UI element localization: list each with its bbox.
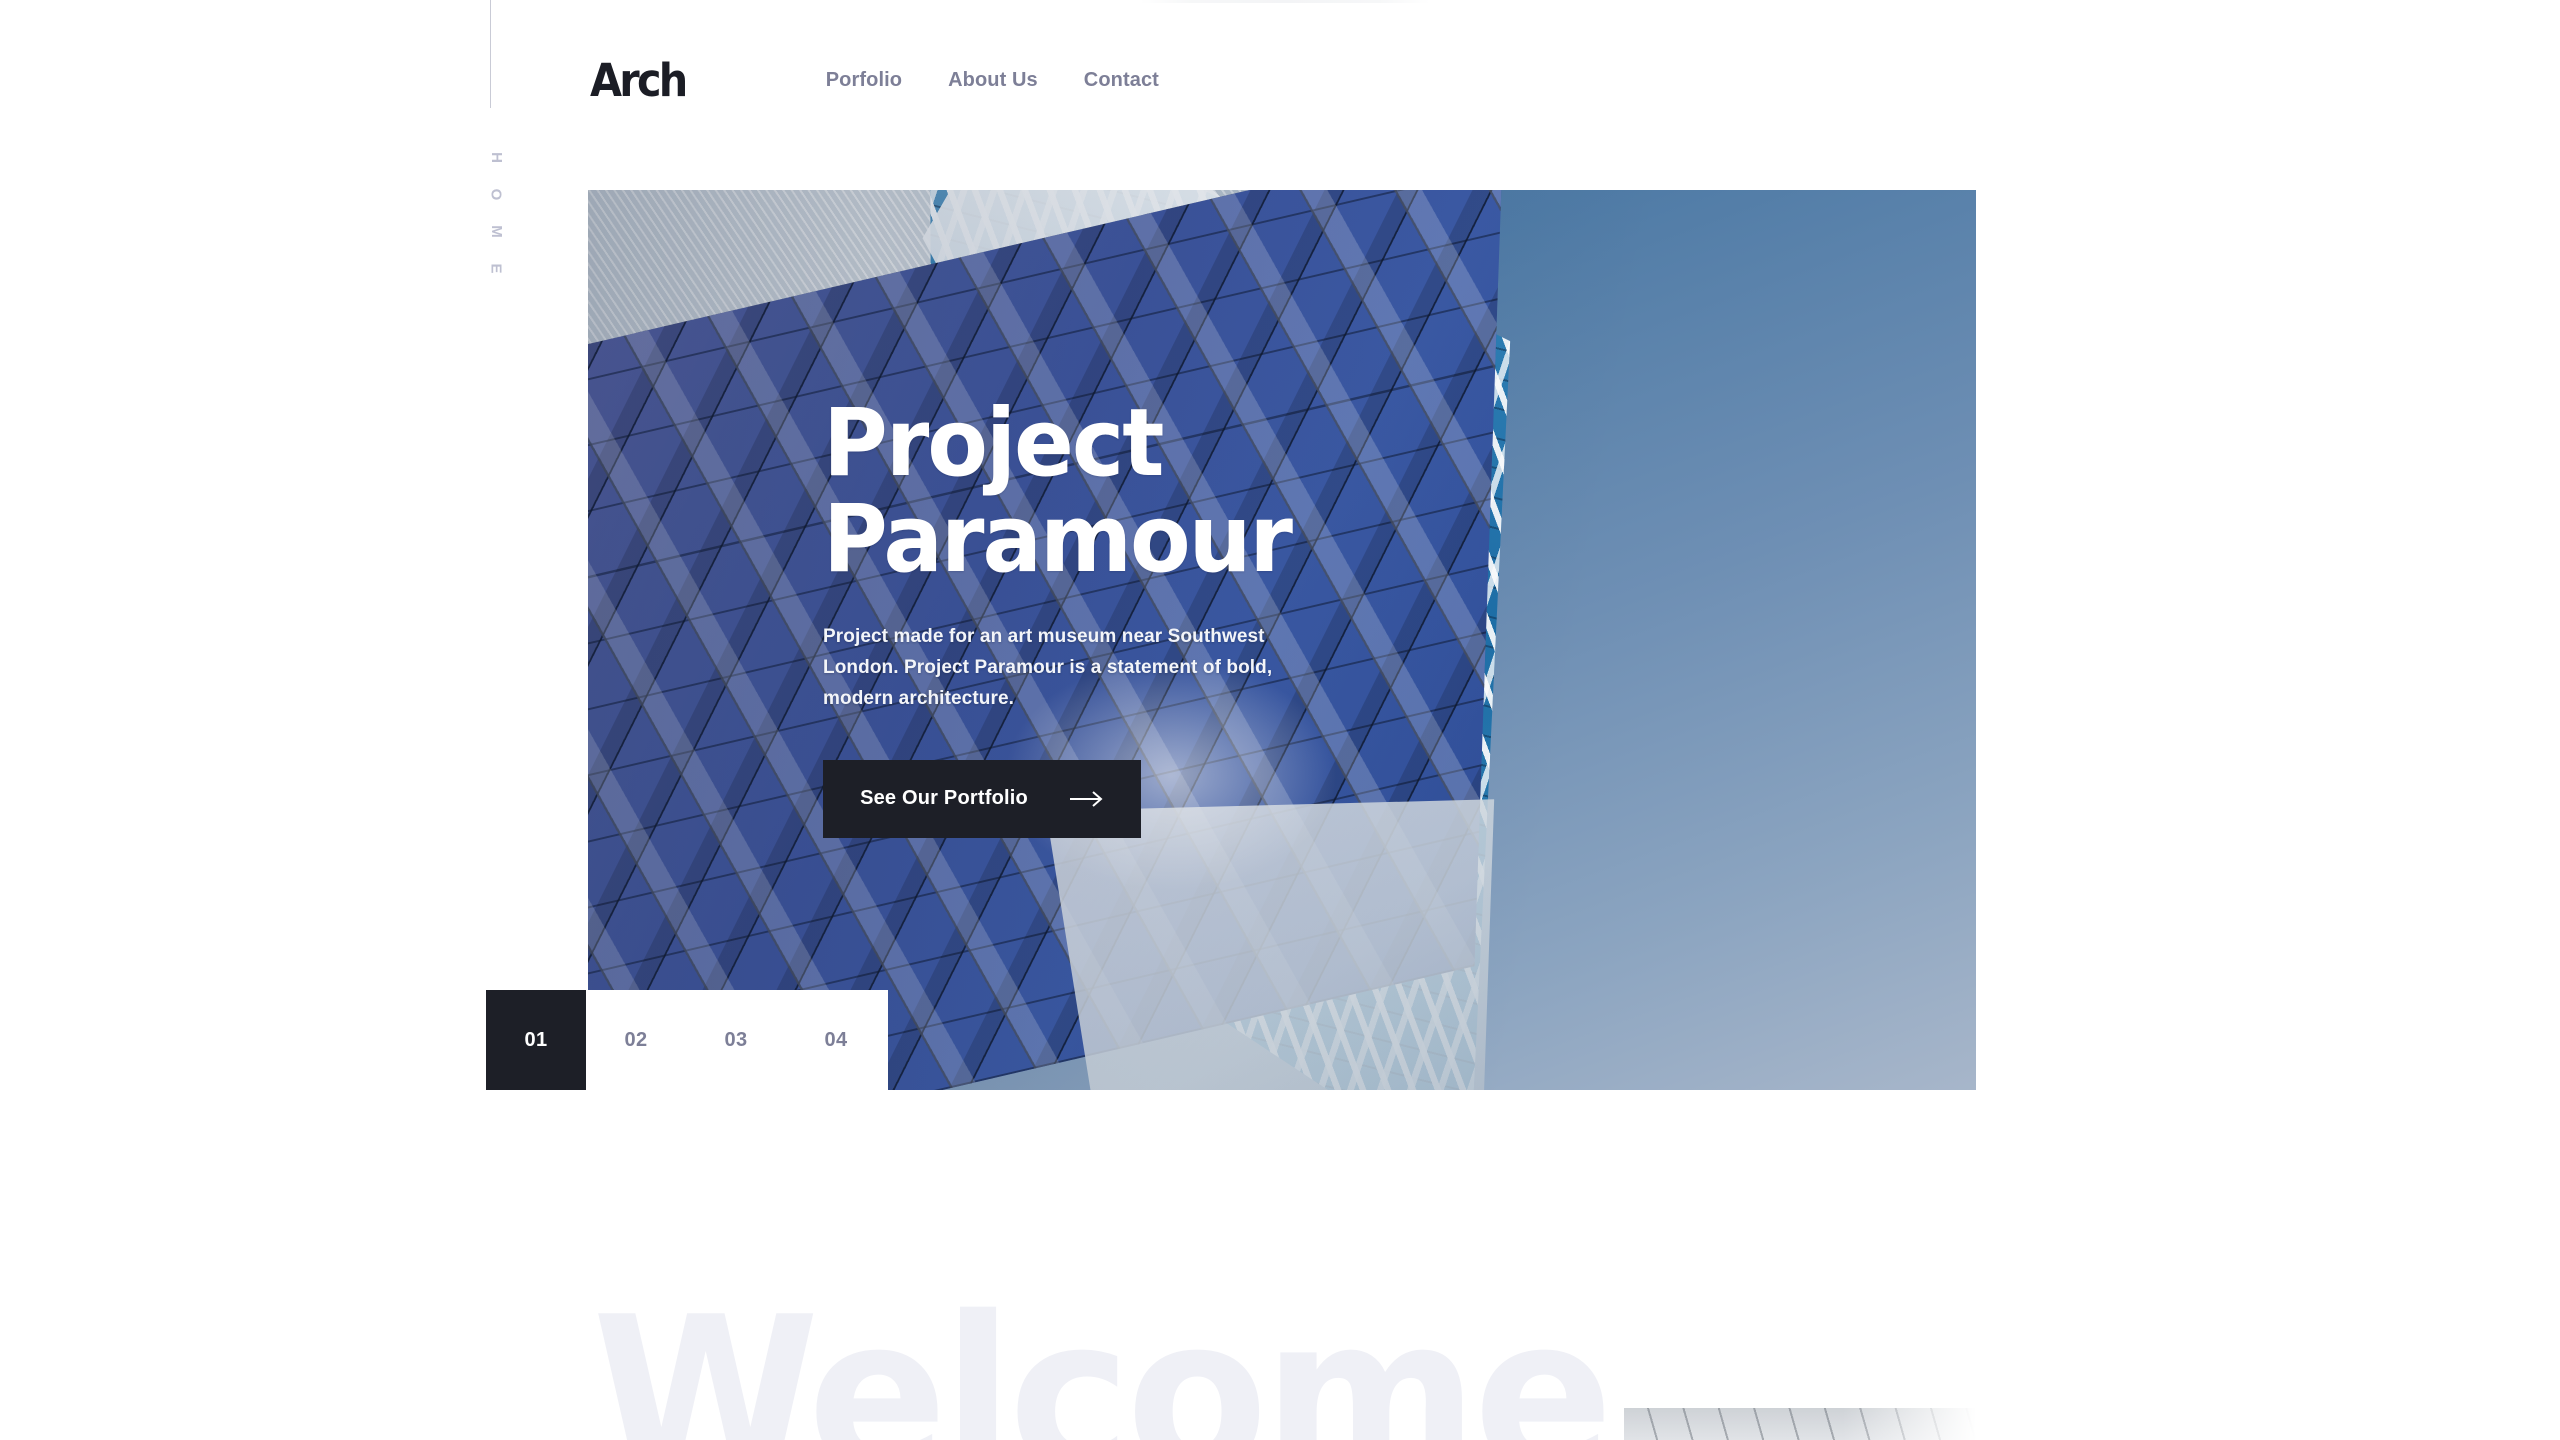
hero-description: Project made for an art museum near Sout… [823,625,1273,710]
slider-dot-01[interactable]: 01 [486,990,586,1090]
welcome-section-image [1624,1408,1976,1440]
welcome-image-fade [1624,1408,1976,1440]
cta-label: See Our Portfolio [860,787,1028,810]
left-rail: H O M E [0,0,590,1440]
nav-item-contact[interactable]: Contact [1084,69,1159,92]
main-navigation: Porfolio About Us Contact [826,69,1159,92]
slider-pagination: 01 02 03 04 [486,990,888,1090]
home-letter: H [487,152,505,163]
arrow-right-icon [1069,790,1104,808]
home-letter: O [487,188,505,201]
slider-dot-04[interactable]: 04 [786,990,886,1090]
see-our-portfolio-button[interactable]: See Our Portfolio [823,759,1141,838]
top-chrome-hairline [1140,0,1430,3]
hero-title-line-1: Project [823,389,1164,498]
site-header: Arch Porfolio About Us Contact [590,58,1159,103]
home-letter: M [487,225,505,238]
hero-copy: Project Paramour Project made for an art… [823,396,1463,838]
nav-item-portfolio[interactable]: Porfolio [826,69,902,92]
rail-divider-line [490,0,491,108]
hero-title-line-2: Paramour [823,484,1293,594]
home-letter: E [487,263,505,274]
slider-dot-03[interactable]: 03 [686,990,786,1090]
hero-title: Project Paramour [823,396,1425,588]
slider-dot-02[interactable]: 02 [586,990,686,1090]
welcome-watermark: Welcome [592,1270,1613,1440]
nav-item-about-us[interactable]: About Us [948,69,1038,92]
vertical-home-label: H O M E [478,150,514,276]
brand-logo[interactable]: Arch [590,58,688,103]
